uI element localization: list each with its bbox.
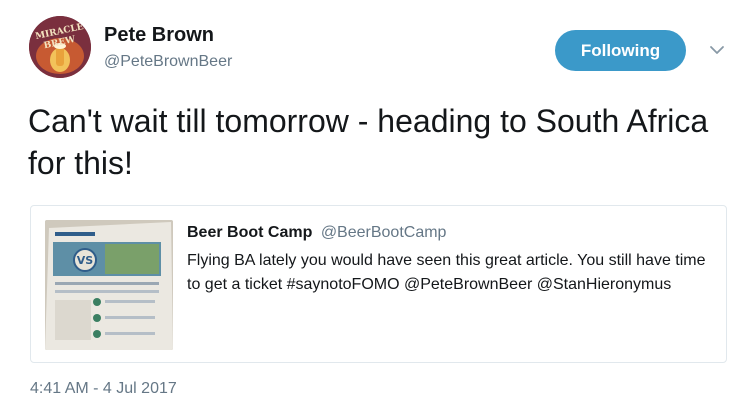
author-handle[interactable]: @PeteBrownBeer <box>104 53 232 71</box>
quoted-tweet-header: Beer Boot Camp @BeerBootCamp <box>187 224 446 242</box>
tweet-text: Can't wait till tomorrow - heading to So… <box>28 103 709 181</box>
miracle-brew-book-cover-icon: MIRACLE BREW <box>29 16 91 78</box>
author-avatar[interactable]: MIRACLE BREW <box>29 16 91 78</box>
following-button[interactable]: Following <box>555 30 686 71</box>
quoted-tweet-text: Flying BA lately you would have seen thi… <box>187 252 706 293</box>
magazine-article-photo-icon: VS <box>45 220 173 350</box>
tweet-timestamp[interactable]: 4:41 AM - 4 Jul 2017 <box>30 380 177 398</box>
author-display-name[interactable]: Pete Brown <box>104 24 214 47</box>
quoted-tweet-image[interactable]: VS <box>45 220 173 350</box>
chevron-down-icon[interactable] <box>709 42 725 58</box>
quoted-tweet-card[interactable]: VS Beer Boot Camp @BeerBootCamp Flying B… <box>30 205 727 363</box>
quoted-author-handle[interactable]: @BeerBootCamp <box>321 224 447 241</box>
quoted-author-name[interactable]: Beer Boot Camp <box>187 224 312 241</box>
quoted-image-vs-text: VS <box>77 254 94 267</box>
